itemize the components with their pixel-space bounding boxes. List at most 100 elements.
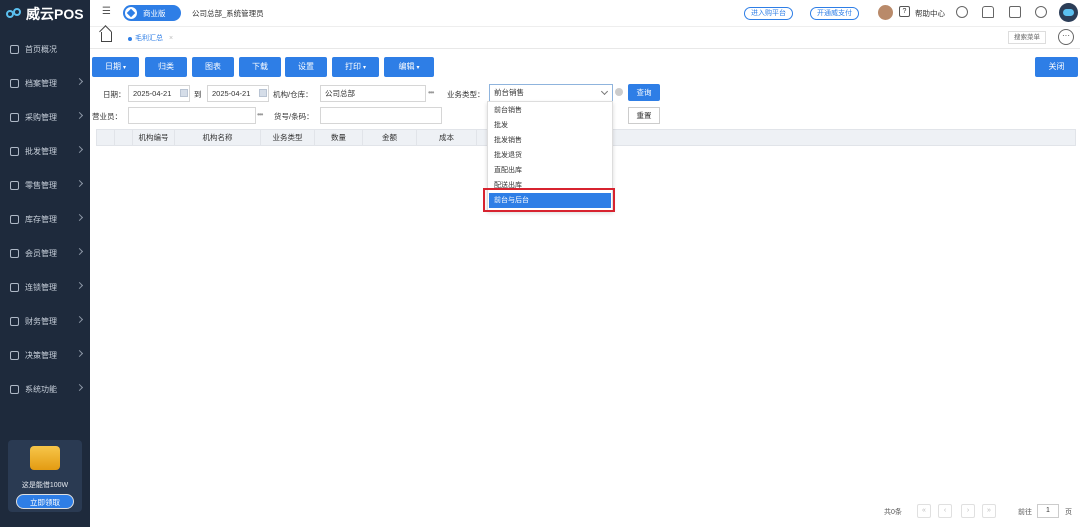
chain-icon (10, 282, 19, 292)
finance-icon (10, 316, 19, 326)
sidebar-item-decision[interactable]: 决策管理 (0, 338, 90, 372)
cloud-logo-icon (6, 8, 24, 20)
sidebar-item-purchase[interactable]: 采购管理 (0, 100, 90, 134)
dropdown-option[interactable]: 直配出库 (489, 163, 611, 178)
close-tab-icon[interactable]: × (169, 31, 173, 46)
org-user: 公司总部_系统管理员 (192, 9, 264, 18)
chevron-right-icon (75, 213, 84, 222)
dropdown-option[interactable]: 批发退货 (489, 148, 611, 163)
chevron-right-icon (75, 145, 84, 154)
menu-search-input[interactable]: 搜索菜单 (1008, 31, 1046, 44)
first-page-icon[interactable]: « (917, 504, 931, 518)
calendar-icon[interactable] (180, 89, 188, 97)
sidebar-item-home[interactable]: 首页概况 (0, 32, 90, 66)
checkbox-header[interactable] (115, 130, 133, 145)
folder-icon (10, 78, 19, 88)
next-page-icon[interactable]: › (961, 504, 975, 518)
chevron-right-icon (75, 281, 84, 290)
sku-label: 货号/条码： (274, 112, 314, 121)
promo-card: 这是能借100W 立即领取 (8, 440, 82, 512)
sidebar-item-chain[interactable]: 连锁管理 (0, 270, 90, 304)
query-button[interactable]: 查询 (628, 84, 660, 101)
to-label: 到 (194, 90, 202, 99)
chevron-down-icon (600, 87, 609, 96)
home-tab-icon[interactable] (101, 32, 112, 42)
date-button[interactable]: 日期 ▾ (92, 57, 139, 77)
chevron-right-icon (75, 315, 84, 324)
register-icon (10, 180, 19, 190)
app-logo[interactable]: 威云POS (6, 5, 84, 23)
org-picker-icon[interactable]: ••• (428, 88, 434, 97)
sidebar-menu: 首页概况 档案管理 采购管理 批发管理 零售管理 库存管理 会员管理 连锁管理 … (0, 32, 90, 406)
more-icon[interactable]: ··· (1058, 29, 1074, 45)
close-button[interactable]: 关闭 (1035, 57, 1078, 77)
chevron-right-icon (75, 111, 84, 120)
inventory-icon (10, 214, 19, 224)
salesman-picker-icon[interactable]: ••• (257, 110, 263, 119)
biz-type-label: 业务类型： (447, 90, 485, 99)
prev-page-icon[interactable]: ‹ (938, 504, 952, 518)
tab-gross-profit-summary[interactable]: 毛利汇总 × (122, 31, 179, 46)
highlight-box (483, 188, 615, 212)
account-avatar-icon[interactable] (1059, 3, 1078, 22)
tab-row: 毛利汇总 × 搜索菜单 ··· (90, 27, 1080, 49)
chevron-right-icon (75, 383, 84, 392)
column-header[interactable]: 机构编号 (133, 130, 175, 145)
column-header[interactable]: 机构名称 (175, 130, 261, 145)
column-header[interactable]: 成本 (417, 130, 477, 145)
total-count: 共0条 (884, 509, 902, 516)
diamond-icon (125, 7, 137, 19)
pay-link[interactable]: 开通威支付 (810, 7, 859, 20)
menu-collapse-icon[interactable]: ☰ (102, 7, 112, 17)
chart-button[interactable]: 图表 (192, 57, 234, 77)
edition-badge[interactable]: 商业版 (123, 5, 181, 21)
page-suffix: 页 (1065, 509, 1072, 516)
dropdown-option[interactable]: 前台销售 (489, 103, 611, 118)
print-button[interactable]: 打印 ▾ (332, 57, 379, 77)
org-label: 机构/仓库： (273, 90, 313, 99)
dropdown-option[interactable]: 批发 (489, 118, 611, 133)
chevron-right-icon (75, 349, 84, 358)
calendar-icon[interactable] (259, 89, 267, 97)
salesman-input[interactable] (128, 107, 256, 124)
gear-icon (10, 384, 19, 394)
promo-button[interactable]: 立即领取 (16, 494, 74, 509)
home-icon (10, 44, 19, 54)
info-icon[interactable] (956, 6, 968, 18)
sidebar-item-member[interactable]: 会员管理 (0, 236, 90, 270)
sidebar-item-retail[interactable]: 零售管理 (0, 168, 90, 202)
caret-down-icon: ▾ (362, 65, 366, 71)
column-header[interactable]: 金额 (363, 130, 417, 145)
edit-button[interactable]: 编辑 ▾ (384, 57, 434, 77)
app-name: 威云POS (26, 6, 84, 22)
column-header[interactable]: 业务类型 (261, 130, 315, 145)
sidebar-item-inventory[interactable]: 库存管理 (0, 202, 90, 236)
goto-label: 前往 (1018, 509, 1032, 516)
last-page-icon[interactable]: » (982, 504, 996, 518)
biz-type-select[interactable]: 前台销售 (489, 84, 613, 102)
dropdown-option[interactable]: 批发销售 (489, 133, 611, 148)
date-label: 日期： (103, 90, 126, 99)
user-avatar[interactable] (878, 5, 893, 20)
download-button[interactable]: 下载 (239, 57, 281, 77)
coins-icon (30, 446, 60, 470)
platform-link[interactable]: 进入购平台 (744, 7, 793, 20)
help-icon[interactable]: ? (899, 6, 910, 17)
page-input[interactable]: 1 (1037, 504, 1059, 518)
bell-icon[interactable] (982, 6, 994, 18)
lock-icon[interactable] (1009, 6, 1021, 18)
sidebar-item-system[interactable]: 系统功能 (0, 372, 90, 406)
sku-input[interactable] (320, 107, 442, 124)
sidebar-item-archive[interactable]: 档案管理 (0, 66, 90, 100)
clear-icon[interactable] (615, 88, 623, 96)
caret-down-icon: ▾ (122, 65, 126, 71)
power-icon[interactable] (1035, 6, 1047, 18)
reset-button[interactable]: 重置 (628, 107, 660, 124)
help-center-link[interactable]: 帮助中心 (915, 8, 945, 19)
column-header[interactable]: 数量 (315, 130, 363, 145)
org-input[interactable]: 公司总部 (320, 85, 426, 102)
group-button[interactable]: 归类 (145, 57, 187, 77)
sidebar-item-wholesale[interactable]: 批发管理 (0, 134, 90, 168)
settings-button[interactable]: 设置 (285, 57, 327, 77)
sidebar-item-finance[interactable]: 财务管理 (0, 304, 90, 338)
